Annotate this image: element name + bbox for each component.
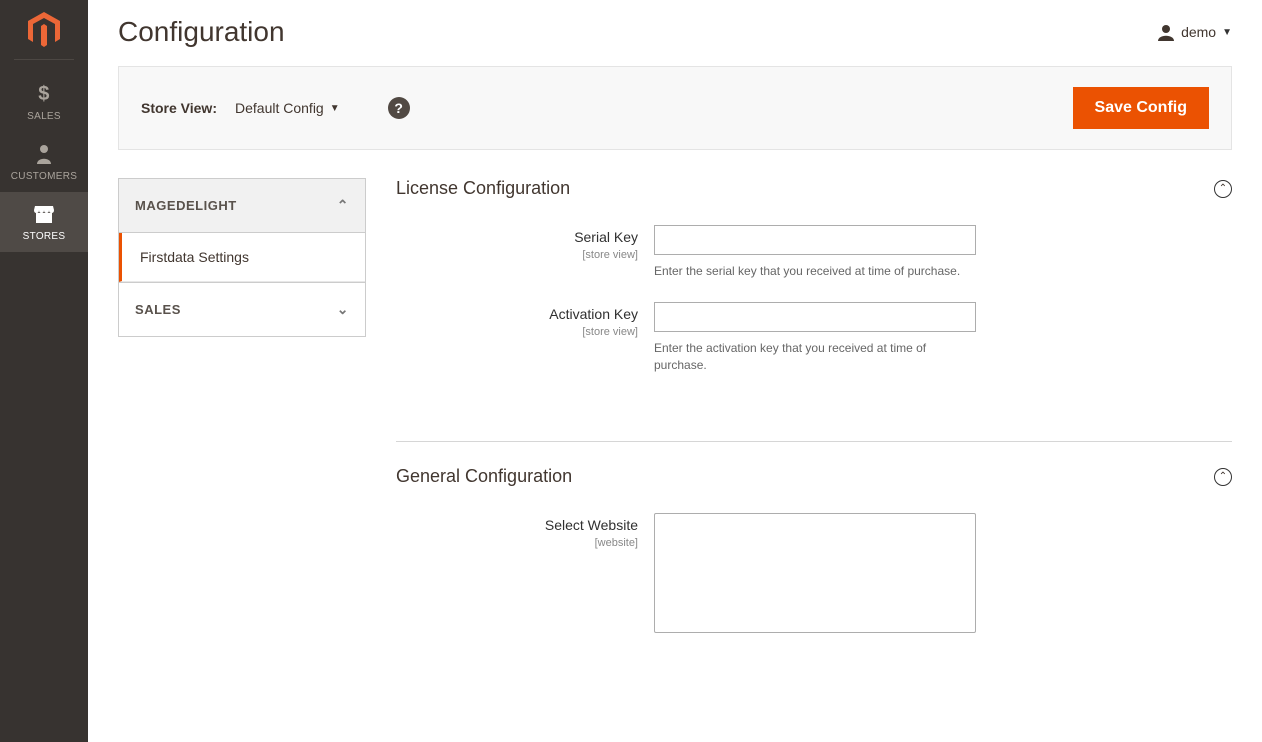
fieldset-license: License Configuration ⌃ Serial Key [stor… (396, 178, 1232, 421)
field-activation-key: Activation Key [store view] Enter the ac… (396, 302, 1232, 374)
nav-label: CUSTOMERS (11, 171, 77, 182)
store-view-value: Default Config (235, 100, 324, 116)
dollar-icon: $ (0, 82, 88, 107)
magento-logo[interactable] (14, 12, 74, 60)
section-label: MAGEDELIGHT (135, 198, 237, 213)
chevron-down-icon: ▼ (330, 103, 340, 114)
admin-sidebar: $ SALES CUSTOMERS STORES (0, 0, 88, 742)
collapse-icon: ⌃ (1214, 468, 1232, 486)
fieldset-header[interactable]: General Configuration ⌃ (396, 466, 1232, 487)
account-menu[interactable]: demo ▼ (1157, 23, 1232, 41)
fieldset-general: General Configuration ⌃ Select Website [… (396, 441, 1232, 682)
section-label: SALES (135, 302, 181, 317)
field-label: Serial Key (574, 229, 638, 245)
nav-label: SALES (27, 111, 61, 122)
field-label: Select Website (545, 517, 638, 533)
user-icon (1157, 23, 1175, 41)
field-note: Enter the serial key that you received a… (654, 263, 976, 280)
store-view-bar: Store View: Default Config ▼ ? Save Conf… (118, 66, 1232, 150)
store-view-select[interactable]: Default Config ▼ (235, 100, 340, 116)
section-header[interactable]: MAGEDELIGHT ⌃ (119, 179, 365, 233)
side-nav-section-sales: SALES ⌄ (119, 282, 365, 336)
store-view-label: Store View: (141, 100, 217, 116)
chevron-down-icon: ▼ (1222, 27, 1232, 38)
fieldset-title: General Configuration (396, 466, 572, 487)
nav-sales[interactable]: $ SALES (0, 70, 88, 132)
config-side-nav: MAGEDELIGHT ⌃ Firstdata Settings SALES ⌄ (118, 178, 366, 337)
serial-key-input[interactable] (654, 225, 976, 255)
chevron-up-icon: ⌃ (337, 197, 349, 214)
account-name: demo (1181, 24, 1216, 40)
nav-customers[interactable]: CUSTOMERS (0, 132, 88, 192)
nav-stores[interactable]: STORES (0, 192, 88, 252)
field-select-website: Select Website [website] (396, 513, 1232, 634)
field-scope: [website] (396, 537, 638, 549)
chevron-down-icon: ⌄ (337, 301, 349, 318)
side-nav-section-magedelight: MAGEDELIGHT ⌃ Firstdata Settings (119, 179, 365, 282)
select-website-input[interactable] (654, 513, 976, 633)
main-content: Configuration demo ▼ Store View: Default… (88, 0, 1262, 742)
help-icon[interactable]: ? (388, 97, 410, 119)
side-nav-item-label: Firstdata Settings (140, 249, 249, 265)
field-label: Activation Key (549, 306, 638, 322)
field-serial-key: Serial Key [store view] Enter the serial… (396, 225, 1232, 280)
fieldset-header[interactable]: License Configuration ⌃ (396, 178, 1232, 199)
side-nav-item-firstdata[interactable]: Firstdata Settings (119, 233, 365, 282)
activation-key-input[interactable] (654, 302, 976, 332)
section-header[interactable]: SALES ⌄ (119, 283, 365, 336)
save-config-button[interactable]: Save Config (1073, 87, 1209, 129)
collapse-icon: ⌃ (1214, 180, 1232, 198)
page-title: Configuration (118, 16, 285, 48)
field-note: Enter the activation key that you receiv… (654, 340, 976, 374)
store-icon (0, 204, 88, 227)
nav-label: STORES (23, 231, 66, 242)
person-icon (0, 144, 88, 167)
svg-text:$: $ (38, 83, 49, 104)
fieldset-title: License Configuration (396, 178, 570, 199)
config-content: License Configuration ⌃ Serial Key [stor… (396, 178, 1232, 702)
field-scope: [store view] (396, 249, 638, 261)
field-scope: [store view] (396, 326, 638, 338)
